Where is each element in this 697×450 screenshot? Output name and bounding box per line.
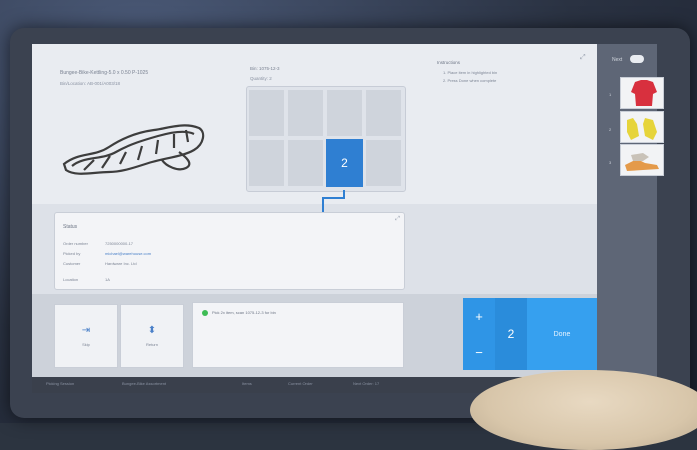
bin-label: Bin: 1075-12-3: [250, 66, 280, 71]
jacket-icon: [631, 80, 657, 106]
thumbnail-gloves[interactable]: [620, 111, 664, 143]
quantity-value: 2: [495, 298, 527, 370]
status-row-value[interactable]: michael@warehouse.com: [105, 251, 151, 256]
bin-cell[interactable]: [326, 89, 363, 137]
bottom-bar-item[interactable]: Items: [242, 381, 252, 386]
skip-icon: ⇥: [81, 324, 91, 336]
quantity-control: + − 2 Done: [463, 298, 597, 370]
return-icon: ⬍: [147, 324, 157, 336]
button-label: Skip: [82, 341, 90, 347]
bin-cell[interactable]: [365, 89, 402, 137]
instruction-line: 1. Place item in highlighted bin: [443, 70, 498, 75]
status-row-value: 7250000000-17: [105, 241, 134, 246]
status-row: Picked by michael@warehouse.com: [63, 251, 151, 256]
bin-cell[interactable]: [287, 89, 324, 137]
decrement-button[interactable]: −: [463, 334, 495, 370]
thumbnail-shoes[interactable]: [620, 144, 664, 176]
bin-cell[interactable]: [248, 89, 285, 137]
next-toggle[interactable]: [630, 55, 644, 63]
bin-grid: 2: [246, 86, 406, 192]
instructions-title: Instructions: [437, 60, 461, 65]
status-title: Status: [63, 224, 78, 230]
status-row: Order number 7250000000-17: [63, 241, 133, 246]
status-row: Location 1A: [63, 277, 110, 282]
button-label: Return: [145, 341, 158, 347]
item-subtitle: Bin/Location: AB-001/A003/18: [60, 81, 121, 86]
app-screen: Bungee-Bike-Kettling-5.0 x 0.50 P-1025 B…: [32, 44, 597, 377]
bin-cell[interactable]: [287, 139, 324, 187]
product-image: [62, 124, 205, 175]
status-panel: Status Order number 7250000000-17 Picked…: [54, 212, 405, 290]
status-row-label: Customer: [63, 261, 81, 266]
bin-cell[interactable]: [365, 139, 402, 187]
skip-button[interactable]: ⇥ Skip: [54, 304, 118, 368]
message-text: Pick 2x item, scan 1075-12-3 for bin: [212, 310, 276, 315]
status-row-value: Hardware Inc. Ltd: [105, 261, 137, 266]
status-dot-icon: [202, 310, 208, 316]
status-row-label: Picked by: [63, 251, 81, 256]
bottom-bar-item[interactable]: Picking Session: [46, 381, 74, 386]
done-button[interactable]: Done: [527, 298, 597, 370]
user-hand: [470, 370, 697, 450]
next-title: Next: [612, 57, 623, 63]
bottom-bar-item[interactable]: Next Order: 17: [353, 381, 379, 386]
bottom-bar-item[interactable]: Bungee-Bike Assortment: [122, 381, 166, 386]
thumb-number: 1: [609, 92, 612, 97]
bin-cell-active[interactable]: 2: [326, 139, 363, 187]
quantity-label: Quantity: 2: [250, 76, 272, 81]
instruction-line: 2. Press Done when complete: [443, 78, 497, 83]
thumb-number: 2: [609, 127, 612, 132]
connector-line: [322, 190, 345, 212]
expand-icon[interactable]: ⤢: [395, 216, 400, 223]
status-row-label: Location: [63, 277, 79, 282]
return-button[interactable]: ⬍ Return: [120, 304, 184, 368]
expand-icon[interactable]: ⤢: [580, 54, 588, 62]
thumbnail-jacket[interactable]: [620, 77, 664, 109]
item-title: Bungee-Bike-Kettling-5.0 x 0.50 P-1025: [60, 70, 149, 76]
bottom-bar-item[interactable]: Current Order: [288, 381, 313, 386]
shoes-icon: [625, 153, 659, 171]
message-box: Pick 2x item, scan 1075-12-3 for bin: [192, 302, 404, 368]
thumb-number: 3: [609, 160, 612, 165]
status-row-label: Order number: [63, 241, 88, 246]
status-row-value: 1A: [105, 277, 110, 282]
gloves-icon: [627, 118, 657, 140]
status-row: Customer Hardware Inc. Ltd: [63, 261, 137, 266]
bin-cell[interactable]: [248, 139, 285, 187]
increment-button[interactable]: +: [463, 298, 495, 334]
